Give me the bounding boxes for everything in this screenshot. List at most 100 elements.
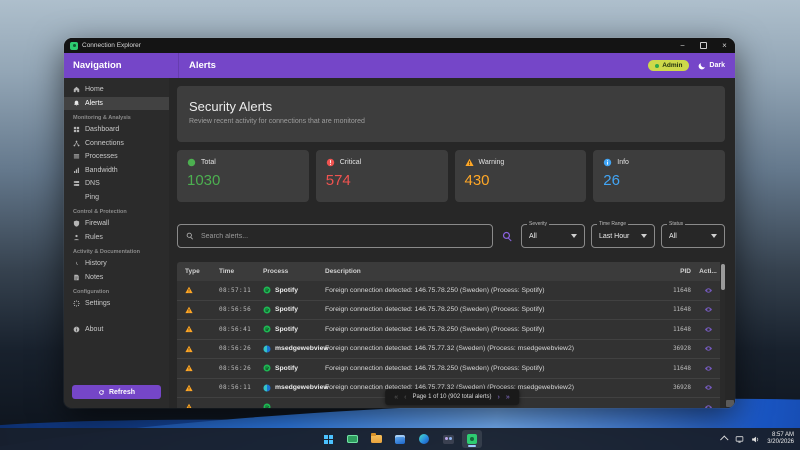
sidebar-item-firewall[interactable]: Firewall [64,217,169,231]
warning-icon [185,286,193,294]
stat-label: Info [617,159,629,166]
taskbar-button-task-view[interactable] [342,430,362,448]
next-page-button[interactable]: › [498,394,500,401]
window-titlebar[interactable]: Connection Explorer − × [64,38,735,53]
select-status[interactable]: StatusAll [661,224,725,248]
close-button[interactable]: × [714,38,735,53]
alert-row[interactable]: 08:56:26msedgewebviewForeign connection … [177,340,725,360]
stat-value: 1030 [187,172,299,189]
sidebar-item-home[interactable]: Home [64,83,169,97]
app-header: Navigation Alerts Admin Dark [64,53,735,78]
sidebar-item-history[interactable]: History [64,257,169,271]
processes-icon [73,153,80,160]
dns-icon [73,180,80,187]
system-tray: 8:57 AM 3/20/2026 [722,428,794,450]
stat-label: Total [201,159,216,166]
alert-description: Foreign connection detected: 146.75.77.3… [325,345,641,352]
select-value: All [529,233,537,240]
alert-pid: 11648 [641,326,691,333]
minimize-button[interactable]: − [672,38,693,53]
alert-time: 08:56:26 [219,365,263,372]
chevron-down-icon [711,234,717,238]
display-icon[interactable] [735,435,744,444]
clock-icon [73,260,80,267]
sidebar-item-label: Alerts [85,100,103,107]
pagination-label: Page 1 of 10 (902 total alerts) [412,394,491,400]
theme-toggle[interactable]: Dark [698,62,725,70]
sidebar-item-label: Notes [85,274,103,281]
select-label: Severity [527,221,549,227]
last-page-button[interactable]: » [506,394,510,401]
alert-description: Foreign connection detected: 146.75.78.2… [325,287,641,294]
main-content: Security Alerts Review recent activity f… [169,78,735,408]
alert-row[interactable]: 08:56:56SpotifyForeign connection detect… [177,301,725,321]
select-value: Last Hour [599,233,629,240]
alert-pid: 11648 [641,287,691,294]
sidebar-item-alerts[interactable]: Alerts [64,97,169,111]
taskbar-button-start[interactable] [318,430,338,448]
dashboard-icon [73,126,80,133]
taskbar-button-edge[interactable] [414,430,434,448]
scrollbar-thumb[interactable] [721,264,725,290]
sidebar-item-notes[interactable]: Notes [64,271,169,285]
spotify-icon [263,286,271,294]
alert-row[interactable]: 08:56:41SpotifyForeign connection detect… [177,320,725,340]
alerts-table: TypeTimeProcessDescriptionPIDActi... 08:… [177,262,725,408]
admin-label: Admin [662,62,682,69]
sidebar-item-bandwidth[interactable]: Bandwidth [64,164,169,178]
taskbar-button-mail[interactable] [390,430,410,448]
taskbar-clock[interactable]: 8:57 AM 3/20/2026 [767,432,794,446]
app-window: Connection Explorer − × Navigation Alert… [64,38,735,408]
task-view-icon [347,435,358,443]
taskbar-button-connection-explorer[interactable] [462,430,482,448]
chevron-down-icon [571,234,577,238]
filter-selects: Severity All Time RangeLast HourStatusAll [521,224,725,248]
prev-page-button[interactable]: ‹ [404,394,406,401]
sidebar-item-ping[interactable]: Ping [64,191,169,205]
stat-card-info: Info26 [593,150,725,202]
spotify-icon [263,364,271,372]
first-page-button[interactable]: « [394,394,398,401]
alert-time: 08:56:11 [219,384,263,391]
search-icon [186,232,194,240]
hero-subtitle: Review recent activity for connections t… [189,118,713,125]
connection-explorer-icon [467,434,477,444]
maximize-button[interactable] [693,38,714,53]
select-time-range[interactable]: Time RangeLast Hour [591,224,655,248]
scroll-corner[interactable] [726,400,734,407]
eye-icon [704,286,713,295]
taskbar-button-file-explorer[interactable] [366,430,386,448]
sidebar-item-processes[interactable]: Processes [64,150,169,164]
stat-value: 430 [465,172,577,189]
select-severity[interactable]: Severity All [521,224,585,248]
refresh-button[interactable]: Refresh [72,385,161,399]
search-box[interactable] [177,224,493,248]
speaker-icon[interactable] [751,435,760,444]
table-scrollbar[interactable] [720,262,725,408]
sidebar-item-rules[interactable]: Rules [64,231,169,245]
alert-process: msedgewebview [275,345,329,352]
sidebar-item-about[interactable]: About [64,323,169,337]
spotify-icon [263,403,271,408]
sidebar-item-dns[interactable]: DNS [64,177,169,191]
alert-process: Spotify [275,306,298,313]
tray-chevron-up-icon[interactable] [720,435,728,443]
alert-row[interactable]: 08:56:26SpotifyForeign connection detect… [177,359,725,379]
alert-row[interactable]: 08:57:11SpotifyForeign connection detect… [177,281,725,301]
sidebar-item-dashboard[interactable]: Dashboard [64,123,169,137]
window-title: Connection Explorer [82,42,141,49]
stat-label: Warning [479,159,505,166]
search-submit-button[interactable] [499,228,515,244]
sidebar-item-settings[interactable]: Settings [64,297,169,311]
mail-icon [395,435,405,444]
alert-time: 08:57:11 [219,287,263,294]
statInfo-icon [603,158,612,167]
edgeview-icon [263,345,271,353]
table-header: TypeTimeProcessDescriptionPIDActi... [177,262,725,281]
taskbar-button-people[interactable] [438,430,458,448]
stat-label: Critical [340,159,361,166]
pagination-bar: « ‹ Page 1 of 10 (902 total alerts) › » [385,389,519,405]
admin-status-badge[interactable]: Admin [648,60,689,71]
search-input[interactable] [199,232,484,241]
sidebar-item-connections[interactable]: Connections [64,137,169,151]
